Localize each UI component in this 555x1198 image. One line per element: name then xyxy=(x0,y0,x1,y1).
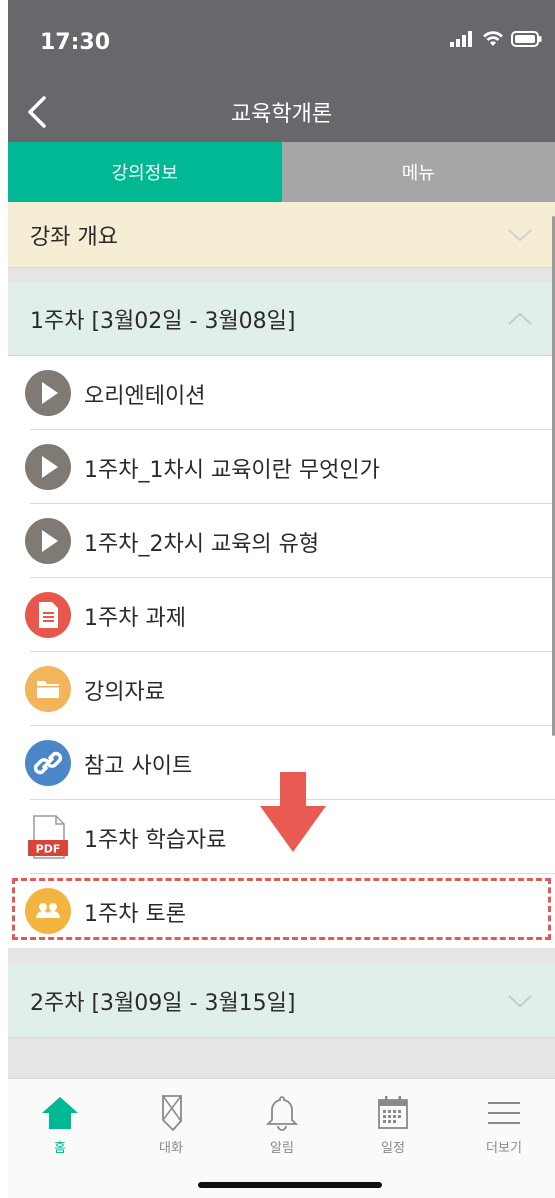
signal-icon xyxy=(450,31,472,47)
app-screen: 17:30 교육학개론 강의정보 메뉴 강좌 개요 1주차 [3월02일 - 3… xyxy=(8,0,555,1198)
section-title: 2주차 [3월09일 - 3월15일] xyxy=(30,990,296,1016)
status-bar: 17:30 xyxy=(8,0,555,82)
annotation-arrow-icon xyxy=(260,772,326,852)
wifi-icon xyxy=(483,31,503,46)
nav-label: 대화 xyxy=(159,1141,183,1156)
section-week-1[interactable]: 1주차 [3월02일 - 3월08일] xyxy=(8,282,555,356)
video-play-icon xyxy=(25,370,71,416)
link-icon xyxy=(25,740,71,786)
list-item-orientation[interactable]: 오리엔테이션 xyxy=(8,356,555,430)
item-label: 참고 사이트 xyxy=(84,754,193,779)
list-item-assignment[interactable]: 1주차 과제 xyxy=(8,578,555,652)
calendar-icon xyxy=(378,1096,408,1129)
annotation-highlight-box xyxy=(12,878,551,940)
nav-more[interactable]: 더보기 xyxy=(454,1093,554,1156)
section-title: 1주차 [3월02일 - 3월08일] xyxy=(30,308,296,334)
chevron-up-icon xyxy=(508,312,532,325)
list-item-course-materials[interactable]: 강의자료 xyxy=(8,652,555,726)
section-week-2[interactable]: 2주차 [3월09일 - 3월15일] xyxy=(8,964,555,1038)
folder-icon xyxy=(25,666,71,712)
status-icons xyxy=(449,30,543,48)
chevron-down-icon xyxy=(508,228,532,241)
list-item-lecture-1[interactable]: 1주차_1차시 교육이란 무엇인가 xyxy=(8,430,555,504)
pdf-badge-text: PDF xyxy=(36,843,61,856)
nav-label: 일정 xyxy=(381,1141,405,1156)
bell-icon xyxy=(265,1096,299,1131)
nav-notifications[interactable]: 알림 xyxy=(232,1093,332,1156)
app-header: 교육학개론 xyxy=(8,82,555,142)
video-play-icon xyxy=(25,444,71,490)
chat-icon xyxy=(162,1095,182,1132)
item-label: 1주차 학습자료 xyxy=(84,828,227,853)
nav-chat[interactable]: 대화 xyxy=(121,1093,221,1156)
bottom-nav: 홈 대화 알림 일정 더보기 xyxy=(8,1078,555,1198)
pdf-icon: PDF xyxy=(28,815,68,859)
video-play-icon xyxy=(25,518,71,564)
nav-label: 홈 xyxy=(54,1141,66,1156)
page-title: 교육학개론 xyxy=(230,102,333,127)
item-label: 오리엔테이션 xyxy=(84,384,206,409)
home-icon xyxy=(42,1097,78,1129)
nav-label: 알림 xyxy=(270,1141,294,1156)
item-label: 1주차 과제 xyxy=(84,606,186,631)
tab-menu[interactable]: 메뉴 xyxy=(281,142,555,202)
menu-icon xyxy=(488,1102,520,1124)
item-label: 강의자료 xyxy=(84,680,165,705)
home-indicator xyxy=(198,1182,382,1188)
nav-label: 더보기 xyxy=(486,1141,522,1156)
assignment-icon xyxy=(25,592,71,638)
chevron-down-icon xyxy=(508,994,532,1007)
nav-home[interactable]: 홈 xyxy=(10,1093,110,1156)
screen-edge xyxy=(0,0,8,1198)
item-label: 1주차_2차시 교육의 유형 xyxy=(84,532,320,557)
tab-course-info[interactable]: 강의정보 xyxy=(8,142,282,202)
status-time: 17:30 xyxy=(40,30,111,55)
course-content-list: 강좌 개요 1주차 [3월02일 - 3월08일] 오리엔테이션 1주차_1차시… xyxy=(8,202,555,1078)
tab-bar: 강의정보 메뉴 xyxy=(8,142,555,202)
nav-schedule[interactable]: 일정 xyxy=(343,1093,443,1156)
section-course-overview[interactable]: 강좌 개요 xyxy=(8,202,555,268)
battery-icon xyxy=(511,31,542,47)
list-item-lecture-2[interactable]: 1주차_2차시 교육의 유형 xyxy=(8,504,555,578)
section-title: 강좌 개요 xyxy=(30,224,118,250)
item-label: 1주차_1차시 교육이란 무엇인가 xyxy=(84,458,380,483)
